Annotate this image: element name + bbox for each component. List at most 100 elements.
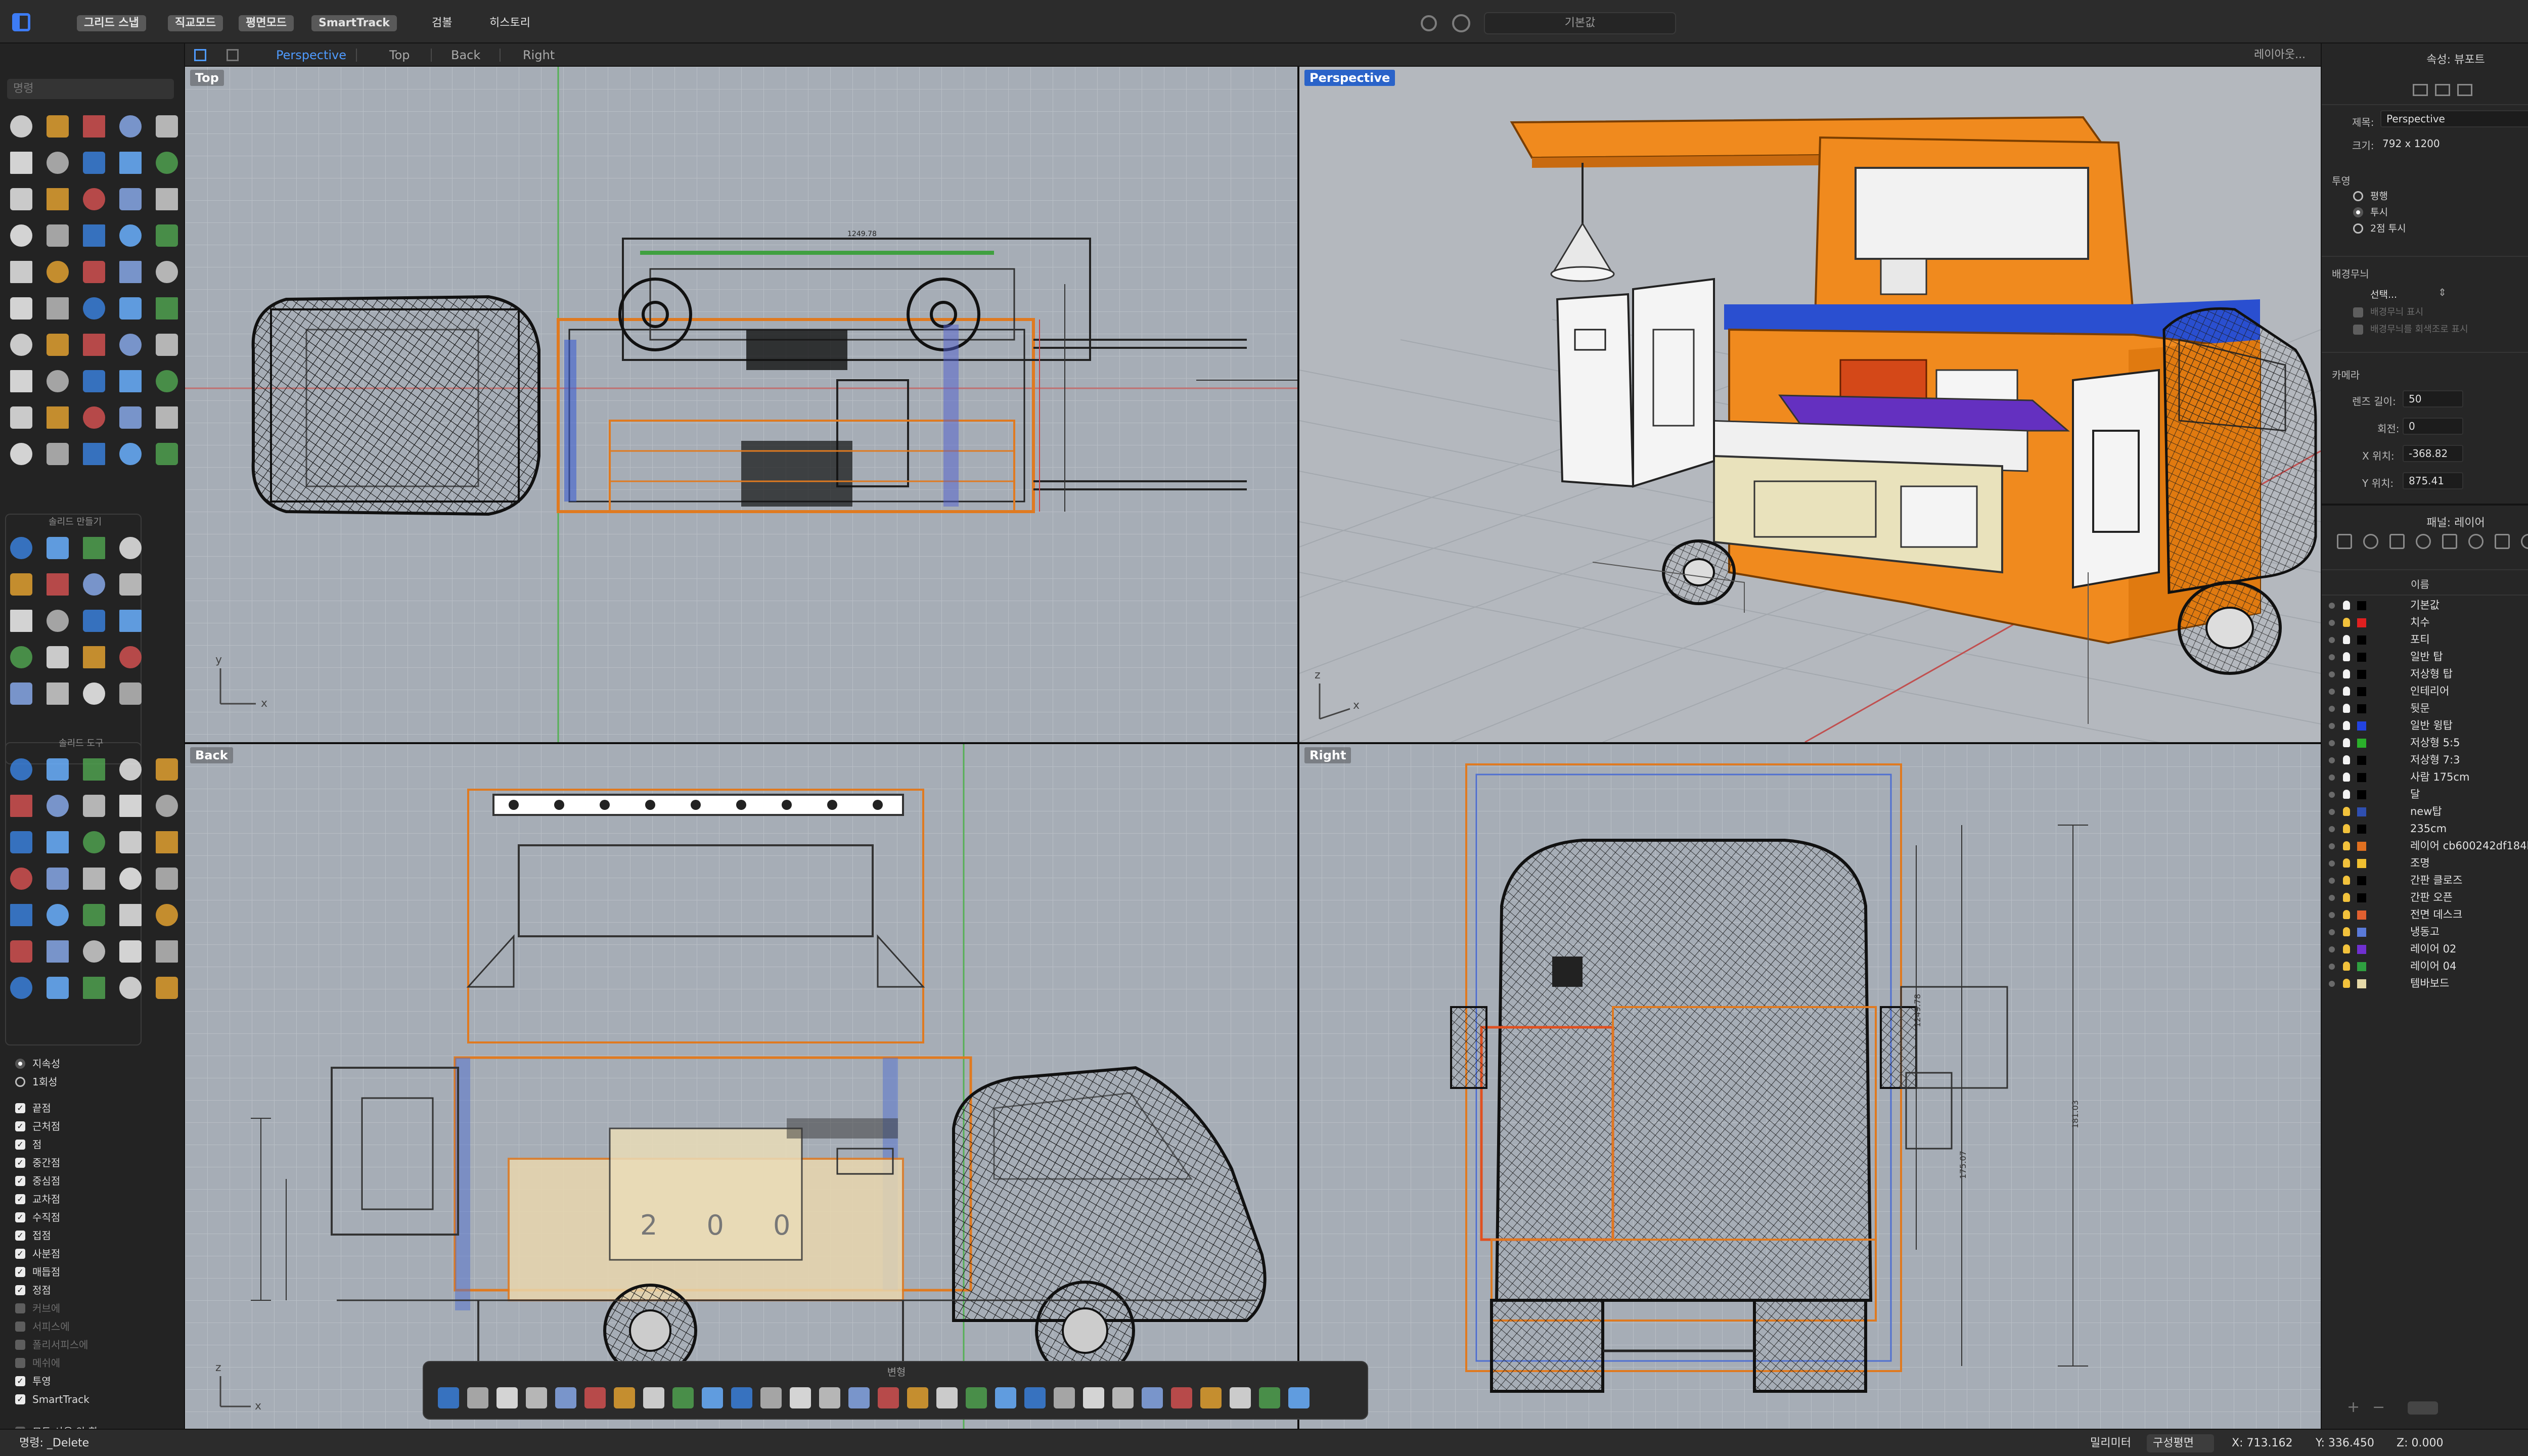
main-tool-24-icon[interactable] bbox=[112, 254, 149, 290]
solid-create-tool-19-icon[interactable] bbox=[76, 675, 112, 712]
layer-visibility-icon[interactable] bbox=[2343, 876, 2350, 885]
layer-row[interactable]: 레이어 04 bbox=[2322, 958, 2528, 975]
main-tool-4-icon[interactable] bbox=[112, 108, 149, 145]
command-search-input[interactable]: 명령 bbox=[7, 79, 174, 99]
solid-edit-tool-29-icon[interactable] bbox=[112, 933, 149, 970]
main-tool-45-icon[interactable] bbox=[149, 399, 185, 436]
layer-row[interactable]: 냉동고 bbox=[2322, 923, 2528, 940]
layer-tool-6-icon[interactable] bbox=[2468, 534, 2484, 549]
transform-tool-6-icon[interactable] bbox=[580, 1383, 610, 1413]
layer-row[interactable]: 인테리어 bbox=[2322, 682, 2528, 700]
main-tool-21-icon[interactable] bbox=[3, 254, 39, 290]
solid-edit-tool-10-icon[interactable] bbox=[149, 788, 185, 824]
mode-button-0[interactable]: 그리드 스냅 bbox=[77, 15, 146, 31]
transform-tool-28-icon[interactable] bbox=[1226, 1383, 1255, 1413]
layer-color-swatch[interactable] bbox=[2357, 928, 2366, 937]
osnap-12[interactable]: 서피스에 bbox=[15, 1317, 98, 1336]
projection-0[interactable]: 평행 bbox=[2353, 188, 2406, 204]
solid-edit-tool-18-icon[interactable] bbox=[76, 860, 112, 897]
main-tool-14-icon[interactable] bbox=[112, 181, 149, 217]
bg-gray-checkbox[interactable]: 배경무늬를 회색조로 표시 bbox=[2353, 321, 2468, 339]
main-tool-29-icon[interactable] bbox=[112, 290, 149, 327]
solid-edit-tool-20-icon[interactable] bbox=[149, 860, 185, 897]
layer-color-swatch[interactable] bbox=[2357, 721, 2366, 731]
viewport-back[interactable]: 2 0 0 x z Back bbox=[185, 744, 1297, 1429]
main-tool-44-icon[interactable] bbox=[112, 399, 149, 436]
layer-visibility-icon[interactable] bbox=[2343, 704, 2350, 713]
snap-mode-1[interactable]: 1회성 bbox=[15, 1073, 98, 1091]
main-tool-34-icon[interactable] bbox=[112, 327, 149, 363]
layer-row[interactable]: 저상형 5:5 bbox=[2322, 734, 2528, 751]
osnap-10[interactable]: 정점 bbox=[15, 1281, 98, 1299]
solid-edit-tool-34-icon[interactable] bbox=[112, 970, 149, 1006]
main-tool-2-icon[interactable] bbox=[39, 108, 76, 145]
layer-tool-7-icon[interactable] bbox=[2495, 534, 2510, 549]
layer-row[interactable]: 간판 클로즈 bbox=[2322, 872, 2528, 889]
viewport-title-back[interactable]: Back bbox=[190, 747, 233, 763]
layer-row[interactable]: 템바보드 bbox=[2322, 975, 2528, 992]
mode-button-5[interactable]: 히스토리 bbox=[482, 15, 537, 31]
layer-row[interactable]: new탑 bbox=[2322, 803, 2528, 820]
viewport-title-top[interactable]: Top bbox=[190, 70, 224, 86]
navigation-icon[interactable] bbox=[1421, 15, 1437, 31]
transform-tool-20-icon[interactable] bbox=[991, 1383, 1020, 1413]
osnap-6[interactable]: 수직점 bbox=[15, 1208, 98, 1226]
layer-current-icon[interactable] bbox=[2329, 757, 2335, 763]
main-tool-5-icon[interactable] bbox=[149, 108, 185, 145]
layer-color-swatch[interactable] bbox=[2357, 945, 2366, 954]
layer-current-icon[interactable] bbox=[2329, 603, 2335, 609]
transform-tool-16-icon[interactable] bbox=[874, 1383, 903, 1413]
solid-edit-tool-27-icon[interactable] bbox=[39, 933, 76, 970]
viewport-right[interactable]: 1249.78 175.07 181.03 Right bbox=[1299, 744, 2321, 1429]
remove-layer-icon[interactable]: − bbox=[2372, 1398, 2385, 1416]
transform-tool-5-icon[interactable] bbox=[551, 1383, 580, 1413]
viewport-top[interactable]: 1249.78 x y Top bbox=[185, 67, 1297, 742]
mode-button-4[interactable]: 검볼 bbox=[425, 15, 459, 31]
solid-edit-tool-19-icon[interactable] bbox=[112, 860, 149, 897]
osnap-4[interactable]: 중심점 bbox=[15, 1172, 98, 1190]
main-tool-27-icon[interactable] bbox=[39, 290, 76, 327]
solid-create-tool-12-icon[interactable] bbox=[112, 603, 149, 639]
main-tool-49-icon[interactable] bbox=[112, 436, 149, 472]
osnap-16[interactable]: SmartTrack bbox=[15, 1390, 98, 1408]
main-tool-37-icon[interactable] bbox=[39, 363, 76, 399]
layer-visibility-icon[interactable] bbox=[2343, 687, 2350, 696]
layer-visibility-icon[interactable] bbox=[2343, 652, 2350, 661]
main-tool-19-icon[interactable] bbox=[112, 217, 149, 254]
solid-edit-tool-30-icon[interactable] bbox=[149, 933, 185, 970]
layer-color-swatch[interactable] bbox=[2357, 635, 2366, 645]
layer-row[interactable]: 조명 bbox=[2322, 854, 2528, 872]
layer-color-swatch[interactable] bbox=[2357, 653, 2366, 662]
solid-create-tool-2-icon[interactable] bbox=[39, 530, 76, 566]
snap-mode-0[interactable]: 지속성 bbox=[15, 1055, 98, 1073]
layout-menu[interactable]: 레이아웃... bbox=[2254, 43, 2306, 67]
viewport-title-field[interactable]: Perspective bbox=[2380, 110, 2528, 127]
layer-visibility-icon[interactable] bbox=[2343, 824, 2350, 833]
layer-color-swatch[interactable] bbox=[2357, 876, 2366, 885]
layer-current-icon[interactable] bbox=[2329, 912, 2335, 918]
layer-current-icon[interactable] bbox=[2329, 809, 2335, 815]
solid-edit-tool-3-icon[interactable] bbox=[76, 751, 112, 788]
solid-create-tool-20-icon[interactable] bbox=[112, 675, 149, 712]
transform-tool-13-icon[interactable] bbox=[786, 1383, 815, 1413]
transform-tool-14-icon[interactable] bbox=[815, 1383, 844, 1413]
transform-tool-11-icon[interactable] bbox=[727, 1383, 756, 1413]
layer-current-icon[interactable] bbox=[2329, 671, 2335, 677]
layer-color-swatch[interactable] bbox=[2357, 618, 2366, 627]
solid-edit-tool-24-icon[interactable] bbox=[112, 897, 149, 933]
osnap-13[interactable]: 폴리서피스에 bbox=[15, 1336, 98, 1354]
layer-color-swatch[interactable] bbox=[2357, 807, 2366, 816]
layer-color-swatch[interactable] bbox=[2357, 790, 2366, 799]
layer-current-icon[interactable] bbox=[2329, 689, 2335, 695]
transform-tool-23-icon[interactable] bbox=[1079, 1383, 1108, 1413]
status-units[interactable]: 밀리미터 bbox=[2090, 1430, 2131, 1456]
main-tool-30-icon[interactable] bbox=[149, 290, 185, 327]
main-tool-9-icon[interactable] bbox=[112, 145, 149, 181]
solid-create-tool-16-icon[interactable] bbox=[112, 639, 149, 675]
solid-create-tool-11-icon[interactable] bbox=[76, 603, 112, 639]
solid-edit-tool-8-icon[interactable] bbox=[76, 788, 112, 824]
transform-tool-10-icon[interactable] bbox=[698, 1383, 727, 1413]
solid-edit-tool-11-icon[interactable] bbox=[3, 824, 39, 860]
layer-visibility-icon[interactable] bbox=[2343, 618, 2350, 627]
layer-row[interactable]: 간판 오픈 bbox=[2322, 889, 2528, 906]
